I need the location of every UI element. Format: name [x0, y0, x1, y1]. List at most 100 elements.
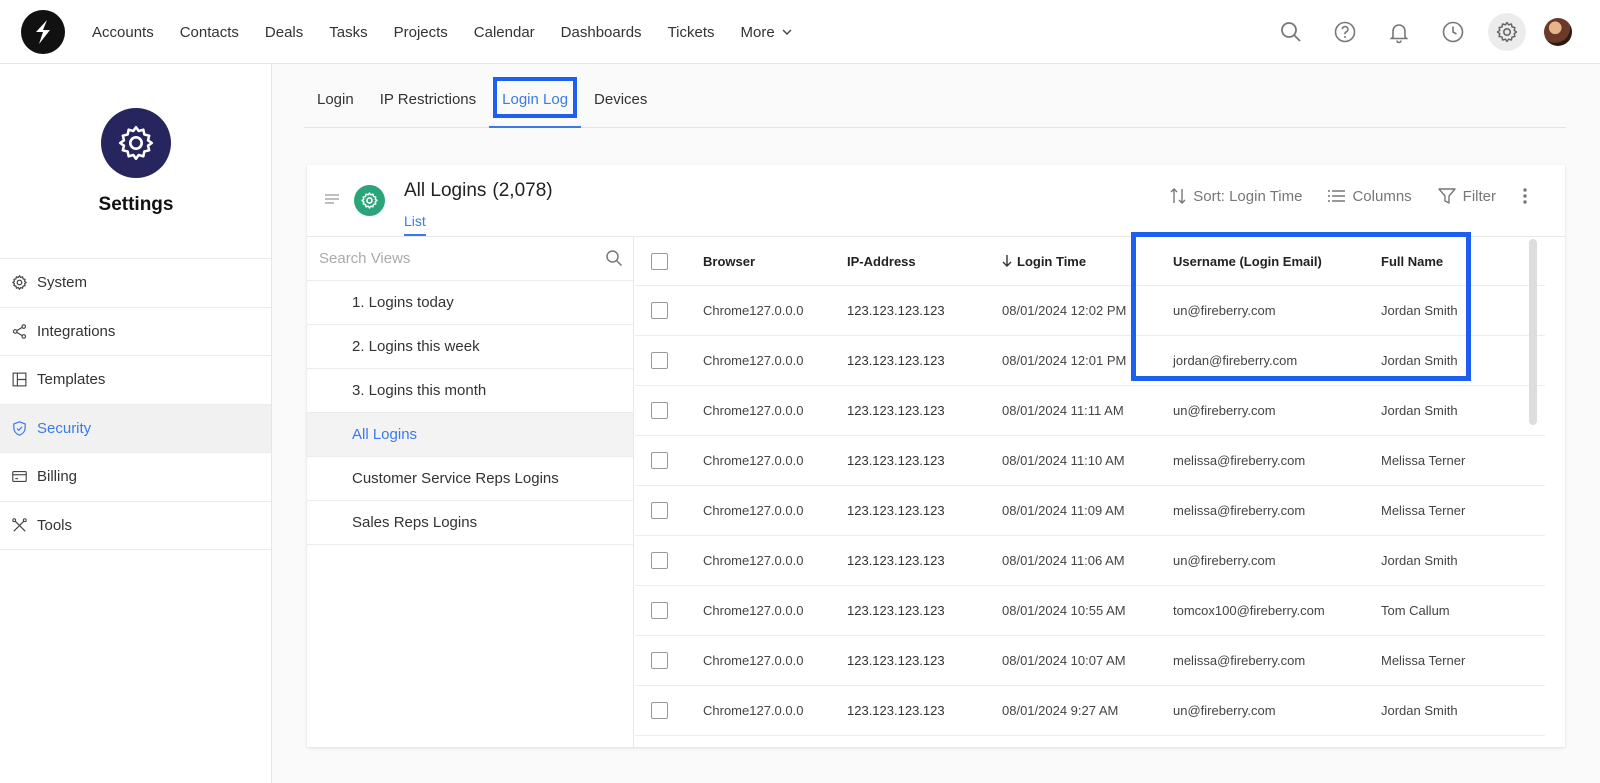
table-row[interactable]: Chrome127.0.0.0 123.123.123.123 08/01/2024…	[635, 486, 1545, 536]
sidebar-item-label: Security	[37, 419, 92, 437]
tab-devices[interactable]: Devices	[581, 71, 660, 127]
ip-address-cell: 123.123.123.123	[847, 403, 945, 418]
login-time-cell: 08/01/2024 9:27 AM	[1002, 703, 1119, 718]
full-name-cell: Jordan Smith	[1381, 703, 1458, 718]
column-header-full-name[interactable]: Full Name	[1381, 237, 1443, 285]
sidebar-item-system[interactable]: System	[0, 259, 271, 308]
nav-tickets[interactable]: Tickets	[668, 24, 715, 41]
card-icon	[11, 471, 27, 483]
row-checkbox[interactable]	[651, 702, 668, 719]
row-checkbox[interactable]	[651, 352, 668, 369]
table-row[interactable]: Chrome127.0.0.0 123.123.123.123 08/01/2024…	[635, 636, 1545, 686]
ip-address-cell: 123.123.123.123	[847, 503, 945, 518]
table-row[interactable]: Chrome127.0.0.0 123.123.123.123 08/01/2024…	[635, 286, 1545, 336]
column-header-login-time[interactable]: Login Time	[1002, 237, 1086, 285]
recent-button[interactable]	[1434, 13, 1472, 51]
sidebar-item-security[interactable]: Security	[0, 404, 271, 453]
sidebar-item-templates[interactable]: Templates	[0, 356, 271, 405]
full-name-cell: Melissa Terner	[1381, 653, 1466, 668]
login-time-cell: 08/01/2024 11:11 AM	[1002, 403, 1124, 418]
nav-accounts[interactable]: Accounts	[92, 24, 154, 41]
full-name-cell: Melissa Terner	[1381, 453, 1466, 468]
share-icon	[12, 323, 26, 339]
top-icons	[1256, 0, 1572, 64]
table-row[interactable]: Chrome127.0.0.0 123.123.123.123 08/01/2024…	[635, 386, 1545, 436]
login-time-cell: 08/01/2024 11:10 AM	[1002, 453, 1125, 468]
security-tabs: Login IP Restrictions Login Log Devices	[304, 72, 1566, 128]
app-logo[interactable]	[21, 10, 65, 54]
settings-button[interactable]	[1488, 13, 1526, 51]
nav-projects[interactable]: Projects	[394, 24, 448, 41]
nav-deals[interactable]: Deals	[265, 24, 303, 41]
table-row[interactable]: Chrome127.0.0.0 123.123.123.123 08/01/2024…	[635, 536, 1545, 586]
row-checkbox[interactable]	[651, 602, 668, 619]
table-scrollbar[interactable]	[1529, 239, 1537, 425]
tab-login[interactable]: Login	[304, 71, 367, 127]
more-options-button[interactable]	[1522, 187, 1535, 205]
views-panel: 1. Logins today 2. Logins this week 3. L…	[307, 237, 634, 747]
view-item-all-logins[interactable]: All Logins	[307, 413, 633, 457]
avatar[interactable]	[1544, 18, 1572, 46]
kebab-menu-icon	[1523, 188, 1527, 204]
search-views-input[interactable]	[319, 250, 589, 267]
table-row[interactable]: Chrome127.0.0.0 123.123.123.123 08/01/2024…	[635, 436, 1545, 486]
filter-label: Filter	[1462, 187, 1496, 205]
full-name-cell: Jordan Smith	[1381, 303, 1458, 318]
drag-handle-icon[interactable]	[325, 193, 339, 205]
gear-icon	[118, 125, 154, 161]
login-time-cell: 08/01/2024 11:06 AM	[1002, 553, 1125, 568]
list-tab[interactable]: List	[404, 213, 426, 236]
row-checkbox[interactable]	[651, 502, 668, 519]
browser-cell: Chrome127.0.0.0	[703, 603, 804, 618]
nav-label: More	[740, 23, 775, 41]
row-checkbox[interactable]	[651, 302, 668, 319]
column-header-username[interactable]: Username (Login Email)	[1173, 237, 1322, 285]
row-checkbox[interactable]	[651, 552, 668, 569]
tab-login-log[interactable]: Login Log	[489, 71, 581, 128]
username-cell: melissa@fireberry.com	[1173, 653, 1306, 668]
tab-ip-restrictions[interactable]: IP Restrictions	[367, 71, 489, 127]
table-row[interactable]: Chrome127.0.0.0 123.123.123.123 08/01/2024…	[635, 336, 1545, 386]
column-header-label: Login Time	[1017, 253, 1087, 269]
nav-label: Dashboards	[560, 23, 642, 41]
table-row[interactable]: Chrome127.0.0.0 123.123.123.123 08/01/2024…	[635, 686, 1545, 736]
filter-button[interactable]: Filter	[1437, 187, 1496, 205]
view-item-logins-today[interactable]: 1. Logins today	[307, 281, 633, 325]
search-icon[interactable]	[605, 249, 623, 267]
main-nav: Accounts Contacts Deals Tasks Projects C…	[92, 0, 819, 64]
select-all-checkbox[interactable]	[651, 252, 668, 270]
full-name-cell: Tom Callum	[1381, 603, 1450, 618]
row-checkbox[interactable]	[651, 402, 668, 419]
login-time-cell: 08/01/2024 12:02 PM	[1002, 303, 1127, 318]
row-checkbox[interactable]	[651, 452, 668, 469]
nav-label: Projects	[393, 23, 448, 41]
nav-label: Tickets	[667, 23, 715, 41]
full-name-cell: Jordan Smith	[1381, 403, 1458, 418]
column-header-ip-address[interactable]: IP-Address	[847, 237, 916, 285]
table-row[interactable]: Chrome127.0.0.0 123.123.123.123 08/01/2024…	[635, 586, 1545, 636]
browser-cell: Chrome127.0.0.0	[703, 553, 804, 568]
columns-button[interactable]: Columns	[1328, 188, 1412, 205]
nav-tasks[interactable]: Tasks	[329, 24, 367, 41]
view-item-logins-this-month[interactable]: 3. Logins this month	[307, 369, 633, 413]
help-button[interactable]	[1326, 13, 1364, 51]
sidebar-item-label: Billing	[37, 468, 78, 486]
sort-button[interactable]: Sort: Login Time	[1170, 187, 1302, 205]
row-checkbox[interactable]	[651, 652, 668, 669]
sidebar-item-integrations[interactable]: Integrations	[0, 308, 271, 356]
notifications-button[interactable]	[1380, 13, 1418, 51]
nav-contacts[interactable]: Contacts	[180, 24, 239, 41]
browser-cell: Chrome127.0.0.0	[703, 653, 804, 668]
search-button[interactable]	[1272, 13, 1310, 51]
sidebar-item-tools[interactable]: Tools	[0, 502, 271, 550]
nav-calendar[interactable]: Calendar	[474, 24, 535, 41]
sidebar-item-billing[interactable]: Billing	[0, 453, 271, 502]
nav-dashboards[interactable]: Dashboards	[561, 24, 642, 41]
nav-more[interactable]: More	[741, 24, 793, 41]
ip-address-cell: 123.123.123.123	[847, 653, 945, 668]
column-header-browser[interactable]: Browser	[703, 237, 755, 285]
view-item-sales-reps-logins[interactable]: Sales Reps Logins	[307, 501, 633, 545]
view-item-customer-service-reps-logins[interactable]: Customer Service Reps Logins	[307, 457, 633, 501]
view-item-logins-this-week[interactable]: 2. Logins this week	[307, 325, 633, 369]
settings-badge	[101, 108, 171, 178]
